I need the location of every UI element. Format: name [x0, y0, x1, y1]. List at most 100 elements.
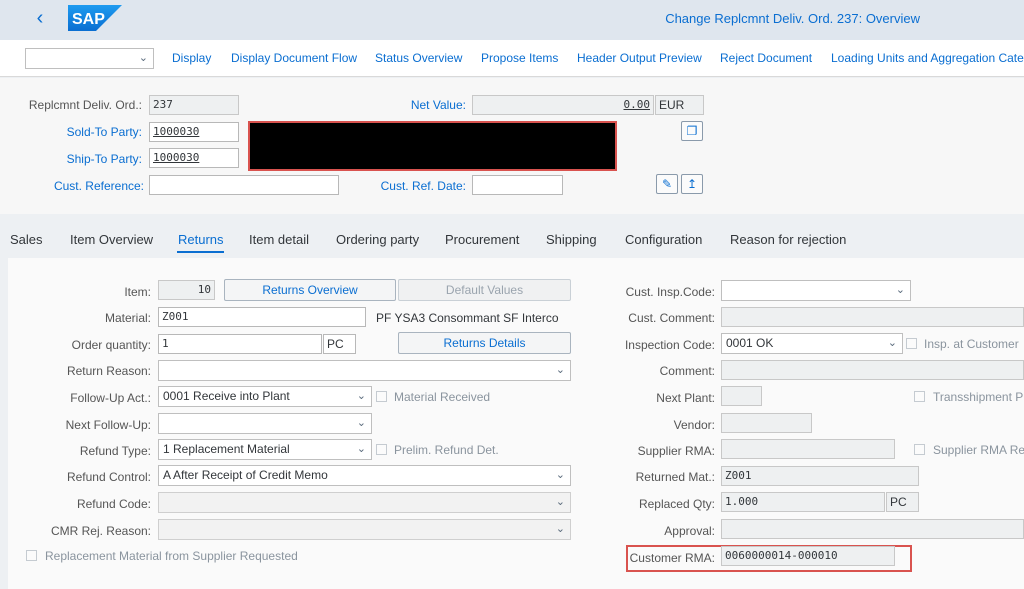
next-plant-field — [721, 386, 762, 406]
refund-type-value: 1 Replacement Material — [163, 442, 290, 456]
shell-header: ‹ SAP Change Replcmnt Deliv. Ord. 237: O… — [0, 0, 1024, 40]
tab-procurement[interactable]: Procurement — [445, 232, 519, 247]
display-document-flow-button[interactable]: Display Document Flow — [231, 51, 357, 65]
tab-shipping[interactable]: Shipping — [546, 232, 597, 247]
returns-details-button[interactable]: Returns Details — [398, 332, 571, 354]
status-overview-button[interactable]: Status Overview — [375, 51, 462, 65]
chevron-down-icon: ⌄ — [356, 443, 366, 455]
supplier-rma-label: Supplier RMA: — [637, 444, 715, 458]
customer-rma-label: Customer RMA: — [629, 551, 715, 565]
tab-item-overview[interactable]: Item Overview — [70, 232, 153, 247]
return-reason-label: Return Reason: — [66, 364, 151, 378]
loading-units-button[interactable]: Loading Units and Aggregation Categ — [831, 51, 1024, 65]
replacement-supplier-checkbox — [26, 550, 37, 561]
item-field: 10 — [158, 280, 215, 300]
replaced-qty-label: Replaced Qty: — [638, 497, 715, 511]
chevron-down-icon: ⌄ — [555, 364, 565, 376]
approval-field — [721, 519, 1024, 539]
insp-at-customer-checkbox — [906, 338, 917, 349]
chevron-down-icon: ⌄ — [356, 417, 366, 429]
sold-to-field[interactable]: 1000030 — [149, 122, 239, 142]
tab-ordering-party[interactable]: Ordering party — [336, 232, 419, 247]
cust-reference-field[interactable] — [149, 175, 339, 195]
toolbar: ⌄ Display Display Document Flow Status O… — [0, 40, 1024, 77]
tab-returns[interactable]: Returns — [178, 232, 224, 247]
tab-sales[interactable]: Sales — [10, 232, 43, 247]
return-reason-dropdown[interactable]: ⌄ — [158, 360, 571, 381]
material-received-label: Material Received — [394, 390, 491, 404]
comment-label: Comment: — [659, 364, 715, 378]
redacted-party-name — [248, 121, 617, 171]
currency-field: EUR — [655, 95, 704, 115]
cust-insp-code-dropdown[interactable]: ⌄ — [721, 280, 911, 301]
order-label: Replcmnt Deliv. Ord.: — [28, 98, 142, 112]
item-label: Item: — [124, 285, 151, 299]
display-button[interactable]: Display — [172, 51, 211, 65]
material-label: Material: — [104, 311, 151, 325]
edit-document-icon[interactable]: ✎ — [656, 174, 678, 194]
transshipment-checkbox — [914, 391, 925, 402]
order-quantity-field[interactable]: 1 — [158, 334, 322, 354]
tab-item-detail[interactable]: Item detail — [249, 232, 309, 247]
ship-to-field[interactable]: 1000030 — [149, 148, 239, 168]
refund-code-dropdown[interactable]: ⌄ — [158, 492, 571, 513]
document-icon[interactable]: ❐ — [681, 121, 703, 141]
inspection-code-value: 0001 OK — [726, 336, 774, 350]
chevron-down-icon: ⌄ — [555, 496, 565, 508]
refund-control-value: A After Receipt of Credit Memo — [163, 468, 328, 482]
follow-up-label: Follow-Up Act.: — [70, 391, 151, 405]
prelim-refund-checkbox — [376, 444, 387, 455]
reject-document-button[interactable]: Reject Document — [720, 51, 812, 65]
follow-up-value: 0001 Receive into Plant — [163, 389, 290, 403]
material-received-checkbox — [376, 391, 387, 402]
next-follow-up-dropdown[interactable]: ⌄ — [158, 413, 372, 434]
insp-at-customer-label: Insp. at Customer — [924, 337, 1019, 351]
header-output-preview-button[interactable]: Header Output Preview — [577, 51, 702, 65]
order-number-field: 237 — [149, 95, 239, 115]
sold-to-label: Sold-To Party: — [66, 125, 142, 139]
chevron-down-icon: ⌄ — [138, 52, 148, 64]
returned-mat-label: Returned Mat.: — [635, 470, 715, 484]
next-plant-label: Next Plant: — [656, 391, 715, 405]
inspection-code-dropdown[interactable]: 0001 OK ⌄ — [721, 333, 903, 354]
chevron-down-icon: ⌄ — [356, 390, 366, 402]
replaced-qty-unit: PC — [886, 492, 919, 512]
refund-type-dropdown[interactable]: 1 Replacement Material ⌄ — [158, 439, 372, 460]
toolbar-dropdown[interactable]: ⌄ — [25, 48, 154, 69]
cmr-rej-reason-label: CMR Rej. Reason: — [50, 524, 151, 538]
supplier-rma-req-label: Supplier RMA Rec — [933, 443, 1024, 457]
refund-code-label: Refund Code: — [76, 497, 151, 511]
order-quantity-unit[interactable]: PC — [323, 334, 356, 354]
chevron-down-icon: ⌄ — [555, 469, 565, 481]
customer-rma-field: 0060000014-000010 — [721, 546, 895, 566]
net-value-field: 0.00 — [472, 95, 654, 115]
follow-up-dropdown[interactable]: 0001 Receive into Plant ⌄ — [158, 386, 372, 407]
prelim-refund-label: Prelim. Refund Det. — [394, 443, 499, 457]
next-follow-up-label: Next Follow-Up: — [65, 418, 151, 432]
vendor-field — [721, 413, 812, 433]
tab-reason-for-rejection[interactable]: Reason for rejection — [730, 232, 846, 247]
tab-configuration[interactable]: Configuration — [625, 232, 702, 247]
chevron-left-icon[interactable]: ‹ — [30, 7, 50, 29]
returned-mat-field: Z001 — [721, 466, 919, 486]
approval-label: Approval: — [664, 524, 715, 538]
inspection-code-label: Inspection Code: — [624, 338, 715, 352]
replaced-qty-field: 1.000 — [721, 492, 885, 512]
replacement-supplier-label: Replacement Material from Supplier Reque… — [45, 549, 298, 563]
material-field[interactable]: Z001 — [158, 307, 366, 327]
propose-items-button[interactable]: Propose Items — [481, 51, 558, 65]
material-description: PF YSA3 Consommant SF Interco — [376, 311, 559, 325]
tab-strip: Sales Item Overview Returns Item detail … — [0, 225, 1024, 253]
refund-control-label: Refund Control: — [66, 470, 151, 484]
supplier-rma-field — [721, 439, 895, 459]
logo-text: SAP — [72, 11, 105, 28]
refund-type-label: Refund Type: — [79, 444, 151, 458]
default-values-button: Default Values — [398, 279, 571, 301]
cust-reference-label: Cust. Reference: — [53, 179, 144, 193]
transshipment-label: Transshipment Pl — [933, 390, 1024, 404]
cust-ref-date-field[interactable] — [472, 175, 563, 195]
returns-overview-button[interactable]: Returns Overview — [224, 279, 396, 301]
cmr-rej-reason-dropdown[interactable]: ⌄ — [158, 519, 571, 540]
refund-control-dropdown[interactable]: A After Receipt of Credit Memo ⌄ — [158, 465, 571, 486]
upload-icon[interactable]: ↥ — [681, 174, 703, 194]
